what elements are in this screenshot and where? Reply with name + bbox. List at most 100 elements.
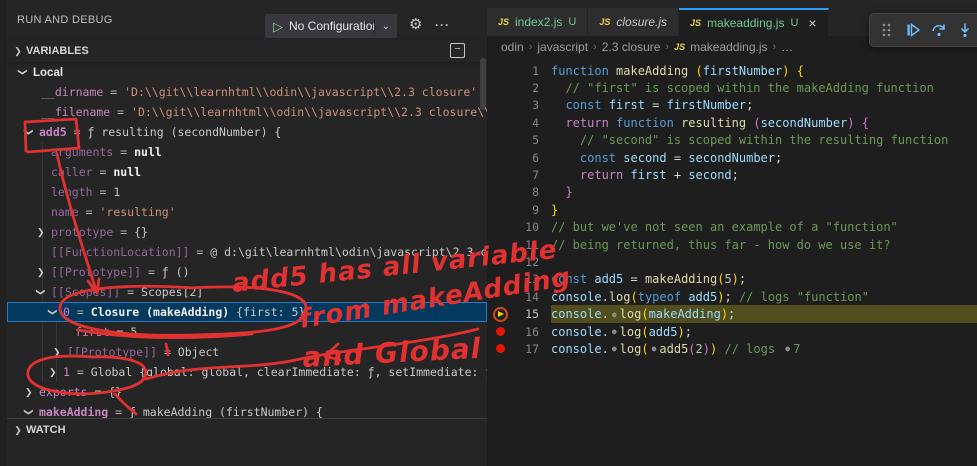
token-pln <box>587 272 594 286</box>
sidebar-scrollbar[interactable] <box>480 58 486 110</box>
tree-row[interactable]: caller = null <box>7 162 487 182</box>
chevron-right-icon[interactable]: ❯ <box>49 362 57 382</box>
token-tn: __dirname <box>41 85 103 99</box>
code-line-9[interactable]: 9} <box>487 201 977 218</box>
line-number: 9 <box>513 203 539 217</box>
breadcrumb-item[interactable]: odin <box>501 40 524 54</box>
tree-row-selected[interactable]: ❯0 = Closure (makeAdding) {first: 5} <box>7 302 487 322</box>
token-ctrl: return <box>565 116 608 130</box>
token-eq: = <box>103 85 124 99</box>
current-breakpoint-icon[interactable] <box>487 307 513 322</box>
watch-section-header[interactable]: ❯ WATCH <box>7 418 487 441</box>
line-number: 4 <box>513 116 539 130</box>
breadcrumb-item[interactable]: … <box>781 40 793 54</box>
token-pln <box>551 185 565 199</box>
token-pln: ; <box>728 307 735 321</box>
code-line-5[interactable]: 5 // "second" is scoped within the resul… <box>487 132 977 149</box>
tab-makeadding-js[interactable]: JSmakeadding.jsU× <box>679 8 829 36</box>
chevron-right-icon[interactable]: ❯ <box>53 342 61 362</box>
chevron-right-icon[interactable]: ❯ <box>37 262 45 282</box>
code-line-6[interactable]: 6 const second = secondNumber; <box>487 149 977 166</box>
chevron-down-icon[interactable]: ❯ <box>10 425 26 436</box>
breakpoint-icon[interactable] <box>487 344 513 353</box>
start-debug-icon[interactable]: ▷ <box>273 20 283 33</box>
token-pln <box>732 290 739 304</box>
close-icon[interactable]: × <box>808 16 816 30</box>
code-line-14[interactable]: 14console.log(typeof add5); // logs "fun… <box>487 288 977 305</box>
collapse-all-icon[interactable]: − <box>450 43 465 58</box>
token-com: // "first" is scoped within the makeAddi… <box>565 81 933 95</box>
code-line-7[interactable]: 7 return first + second; <box>487 166 977 183</box>
code-line-1[interactable]: 1function makeAdding (firstNumber) { <box>487 62 977 79</box>
tab-index2-js[interactable]: JSindex2.jsU <box>487 8 588 36</box>
tree-row[interactable]: ❯Local <box>7 62 487 82</box>
code-line-text: return first + second; <box>551 166 977 183</box>
token-fn: log <box>609 290 631 304</box>
code-line-11[interactable]: 11// being returned, thus far - how do w… <box>487 236 977 253</box>
tree-row[interactable]: __filename = 'D:\\git\\learnhtml\\odin\\… <box>7 102 487 122</box>
line-number: 7 <box>513 168 539 182</box>
breadcrumb-item[interactable]: 2.3 closure <box>602 40 661 54</box>
tree-row[interactable]: ❯makeAdding = ƒ makeAdding (firstNumber)… <box>7 402 487 418</box>
code-line-text: } <box>551 184 977 201</box>
code-line-13[interactable]: 13const add5 = makeAdding(5); <box>487 271 977 288</box>
chevron-down-icon[interactable]: ⌄ <box>374 18 397 34</box>
chevron-down-icon[interactable]: ❯ <box>13 68 33 76</box>
tree-row[interactable]: ❯1 = Global {global: global, clearImmedi… <box>7 362 487 382</box>
code-line-2[interactable]: 2 // "first" is scoped within the makeAd… <box>487 79 977 96</box>
breadcrumb-item[interactable]: javascript <box>537 40 588 54</box>
code-line-4[interactable]: 4 return function resulting (secondNumbe… <box>487 114 977 131</box>
gear-icon[interactable]: ⚙ <box>409 17 422 32</box>
drag-handle-icon[interactable] <box>878 21 896 39</box>
tab-closure-js[interactable]: JSclosure.js <box>588 8 679 36</box>
code-line-12[interactable]: 12 <box>487 253 977 270</box>
code-line-16[interactable]: 16console.●log(add5); <box>487 323 977 340</box>
chevron-right-icon[interactable]: ❯ <box>37 222 45 242</box>
chevron-down-icon[interactable]: ❯ <box>19 408 39 416</box>
breadcrumb-item[interactable]: makeadding.js <box>690 40 767 54</box>
token-var: makeAdding <box>649 307 721 321</box>
variables-section-header[interactable]: ❯ VARIABLES <box>7 40 487 62</box>
chevron-down-icon[interactable]: ❯ <box>10 46 26 57</box>
more-actions-icon[interactable]: ··· <box>435 19 450 31</box>
chevron-down-icon[interactable]: ❯ <box>31 288 51 296</box>
code-line-10[interactable]: 10// but we've not seen an example of a … <box>487 219 977 236</box>
tree-row[interactable]: ❯exports = {} <box>7 382 487 402</box>
code-line-8[interactable]: 8 } <box>487 184 977 201</box>
tree-row[interactable]: ❯[[Prototype]] = ƒ () <box>7 262 487 282</box>
code-line-text: const second = secondNumber; <box>551 149 977 166</box>
tree-row[interactable]: ❯add5 = ƒ resulting (secondNumber) { <box>7 122 487 142</box>
tree-row[interactable]: [[FunctionLocation]] = @ d:\git\learnhtm… <box>7 242 487 262</box>
token-tn: 0 <box>63 305 70 319</box>
tree-row[interactable]: ❯prototype = {} <box>7 222 487 242</box>
token-tnb: makeAdding <box>39 405 108 418</box>
code-line-3[interactable]: 3 const first = firstNumber; <box>487 97 977 114</box>
chevron-down-icon[interactable]: ❯ <box>19 128 39 136</box>
tree-row[interactable]: arguments = null <box>7 142 487 162</box>
code-line-15[interactable]: 15console.●log(makeAdding); <box>487 305 977 322</box>
breakpoint-icon[interactable] <box>487 327 513 336</box>
chevron-down-icon[interactable]: ❯ <box>43 308 63 316</box>
js-file-icon: JS <box>599 17 610 27</box>
continue-icon[interactable] <box>904 21 922 39</box>
tree-row[interactable]: first = 5 <box>7 322 487 342</box>
step-over-icon[interactable] <box>930 21 948 39</box>
tree-row[interactable]: length = 1 <box>7 182 487 202</box>
token-pln: . <box>602 290 609 304</box>
tree-row[interactable]: ❯[[Prototype]] = Object <box>7 342 487 362</box>
step-into-icon[interactable] <box>956 21 974 39</box>
chevron-right-icon[interactable]: ❯ <box>25 382 33 402</box>
tree-row[interactable]: name = 'resulting' <box>7 202 487 222</box>
code-line-17[interactable]: 17console.●log(●add5(2)) // logs ●7 <box>487 340 977 357</box>
code-editor[interactable]: 1function makeAdding (firstNumber) {2 //… <box>487 58 977 466</box>
token-var: second <box>688 168 731 182</box>
tree-row[interactable]: __dirname = 'D:\\git\\learnhtml\\odin\\j… <box>7 82 487 102</box>
token-p1: ( <box>696 64 703 78</box>
token-eq: = <box>70 365 91 379</box>
code-line-text: return function resulting (secondNumber)… <box>551 114 977 131</box>
tree-row-text: arguments = null <box>51 142 162 162</box>
token-p1: ) <box>717 290 724 304</box>
debug-config-dropdown[interactable]: ▷ No Configurations ⌄ <box>265 14 397 38</box>
token-eq: = <box>110 325 131 339</box>
tree-row[interactable]: ❯[[Scopes]] = Scopes[2] <box>7 282 487 302</box>
